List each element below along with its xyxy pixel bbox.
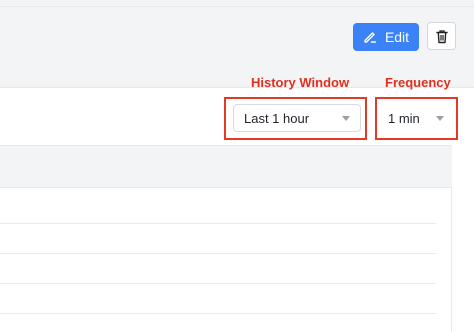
history-window-annotation: History Window <box>251 75 350 90</box>
frequency-annotation: Frequency <box>385 75 451 90</box>
caret-down-icon <box>342 115 350 121</box>
header-divider <box>0 6 474 7</box>
table-row <box>0 223 436 224</box>
history-window-value: Last 1 hour <box>244 110 310 126</box>
table-row <box>0 253 436 254</box>
edit-button[interactable]: Edit <box>353 23 419 51</box>
frequency-select[interactable]: 1 min <box>381 104 451 132</box>
frequency-value: 1 min <box>388 110 420 126</box>
data-table <box>0 145 452 332</box>
page: Edit History Window Frequency Last 1 hou… <box>0 0 474 332</box>
table-header <box>0 145 452 188</box>
pencil-icon <box>363 30 377 44</box>
history-window-select[interactable]: Last 1 hour <box>233 104 361 132</box>
table-row <box>0 283 436 284</box>
edit-button-label: Edit <box>384 29 410 45</box>
caret-down-icon <box>436 115 444 121</box>
delete-button[interactable] <box>427 22 456 50</box>
table-row <box>0 313 436 314</box>
trash-icon <box>435 29 449 44</box>
